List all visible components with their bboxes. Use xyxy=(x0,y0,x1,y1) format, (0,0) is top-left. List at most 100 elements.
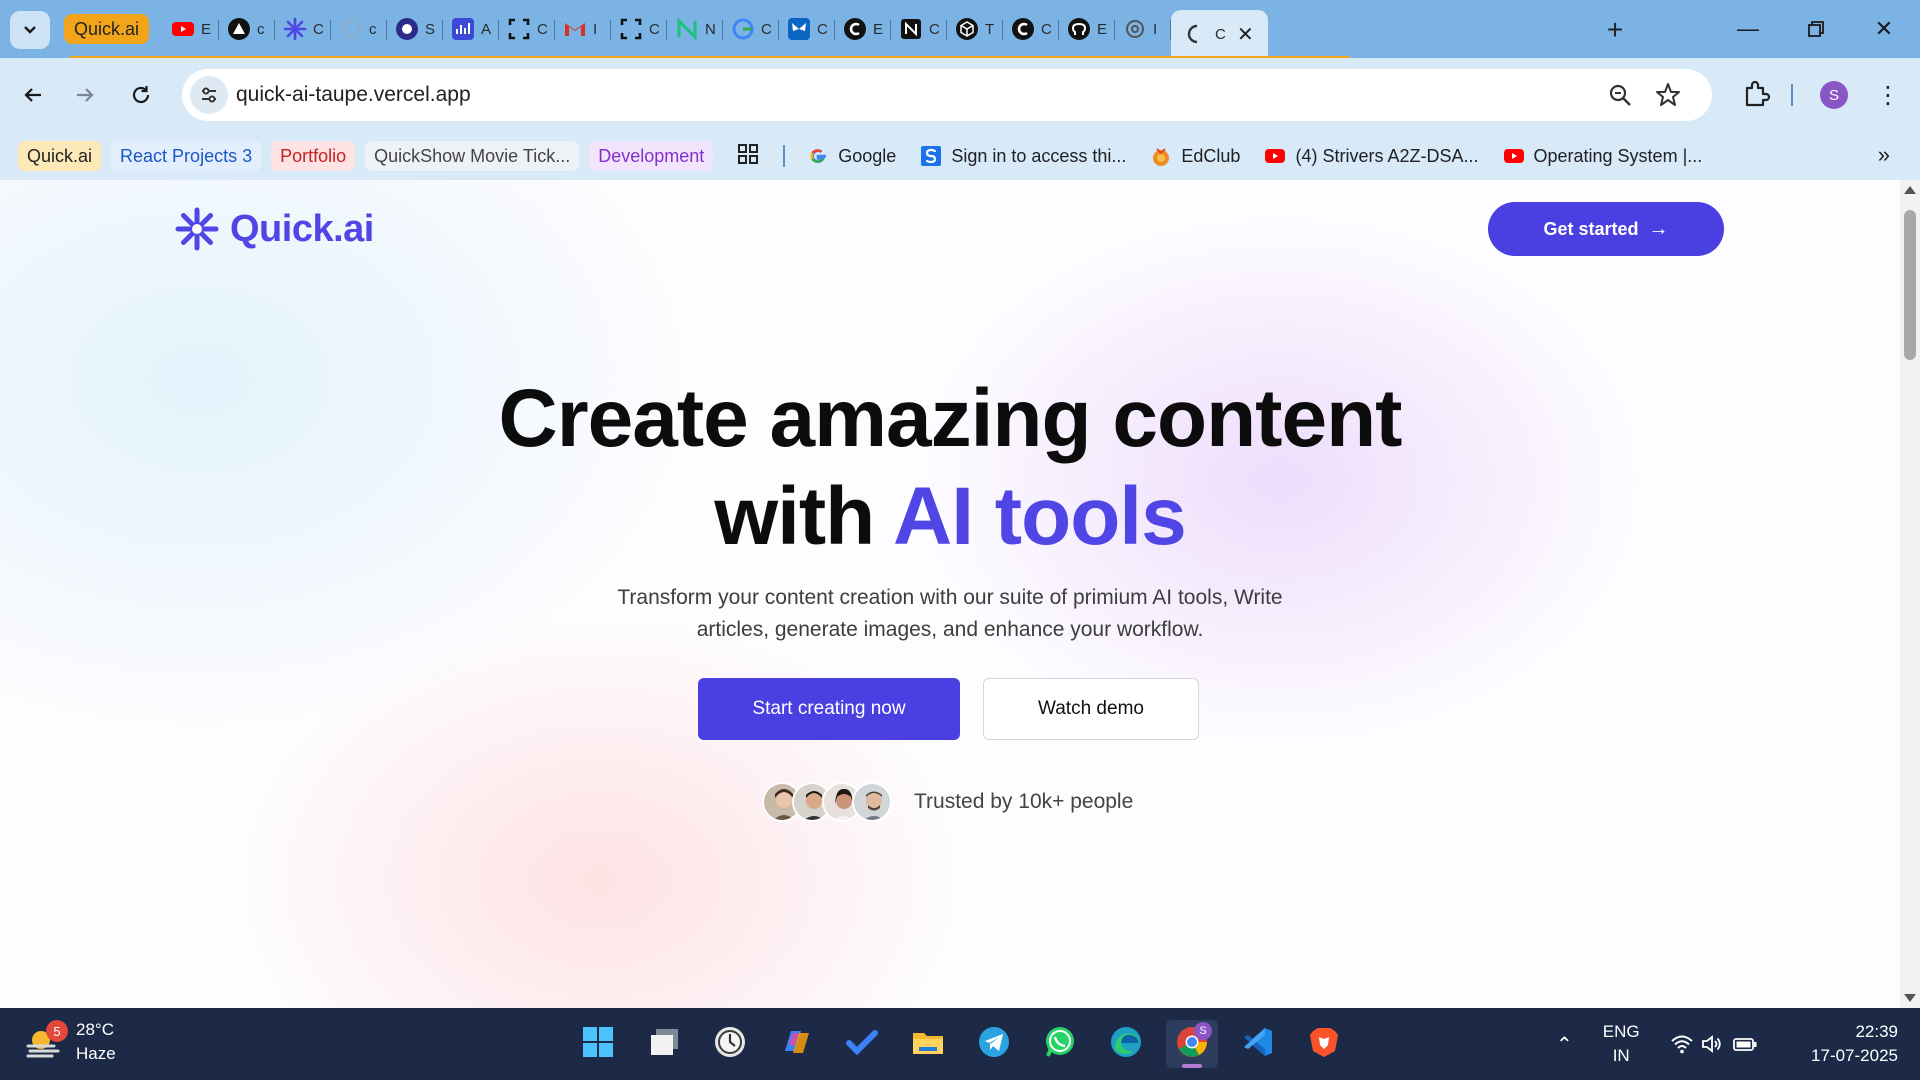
close-tab-icon[interactable]: ✕ xyxy=(1237,22,1254,47)
bookmark-folder-chip[interactable]: Portfolio xyxy=(271,141,356,171)
start-creating-button[interactable]: Start creating now xyxy=(698,678,960,740)
github-icon xyxy=(1067,17,1091,41)
profile-avatar[interactable]: S xyxy=(1820,81,1848,109)
bookmark-link[interactable]: Sign in to access thi... xyxy=(920,145,1126,167)
bookmark-link[interactable]: Operating System |... xyxy=(1503,145,1702,167)
minimize-button[interactable]: — xyxy=(1720,10,1776,48)
frame-app-icon xyxy=(507,17,531,41)
taskbar-app-clock-app[interactable] xyxy=(704,1020,756,1068)
circle-logo-icon xyxy=(395,17,419,41)
language-indicator[interactable]: ENG IN xyxy=(1603,1020,1640,1068)
taskbar-app-edge[interactable] xyxy=(1100,1020,1152,1068)
taskbar-app-todo[interactable] xyxy=(836,1020,888,1068)
tab-group-quickai[interactable]: Quick.ai xyxy=(64,14,150,44)
bookmark-link[interactable]: EdClub xyxy=(1150,145,1240,167)
profile-badge: S xyxy=(1194,1022,1212,1040)
taskbar-app-file-explorer[interactable] xyxy=(902,1020,954,1068)
browser-tab[interactable]: C xyxy=(723,10,780,48)
tab-title: C xyxy=(929,20,940,38)
scroll-down-arrow-icon[interactable] xyxy=(1904,994,1916,1002)
more-vertical-icon: ⋮ xyxy=(1876,81,1900,109)
get-started-button[interactable]: Get started → xyxy=(1488,202,1724,256)
taskbar-app-copilot[interactable] xyxy=(770,1020,822,1068)
zoom-icon[interactable] xyxy=(1606,81,1634,109)
gear-outline-icon xyxy=(339,17,363,41)
volume-icon[interactable] xyxy=(1700,1032,1724,1056)
tab-title: I xyxy=(1153,20,1158,38)
browser-tab[interactable]: C xyxy=(779,10,836,48)
browser-tab[interactable]: I xyxy=(555,10,612,48)
weather-badge: 5 xyxy=(46,1020,68,1042)
browser-tab[interactable]: C xyxy=(891,10,948,48)
browser-tab[interactable]: c xyxy=(331,10,388,48)
taskbar-app-windows-start[interactable] xyxy=(572,1020,624,1068)
arrow-right-icon: → xyxy=(1648,217,1669,240)
taskbar-app-whatsapp[interactable] xyxy=(1034,1020,1086,1068)
taskbar-app-brave[interactable] xyxy=(1298,1020,1350,1068)
arrow-left-icon xyxy=(24,88,41,102)
restore-button[interactable] xyxy=(1788,10,1844,48)
taskbar-app-chrome[interactable]: S xyxy=(1166,1020,1218,1068)
extensions-puzzle-icon[interactable] xyxy=(1738,76,1774,112)
browser-tab[interactable]: C xyxy=(1003,10,1060,48)
forward-button[interactable] xyxy=(66,76,104,114)
new-tab-button[interactable]: + xyxy=(1596,11,1634,49)
scroll-up-arrow-icon[interactable] xyxy=(1904,186,1916,194)
weather-widget[interactable]: 5 28°C Haze xyxy=(24,1018,116,1066)
temperature: 28°C xyxy=(76,1020,114,1039)
taskbar-app-task-view[interactable] xyxy=(638,1020,690,1068)
url-text[interactable]: quick-ai-taupe.vercel.app xyxy=(236,83,471,107)
tab-title: S xyxy=(425,20,436,38)
browser-tab[interactable]: c xyxy=(219,10,276,48)
hero-title: Create amazing content with AI tools xyxy=(0,370,1900,566)
hero-subtitle: Transform your content creation with our… xyxy=(617,586,1283,641)
browser-tab[interactable]: S xyxy=(387,10,444,48)
browser-tab[interactable]: T xyxy=(947,10,1004,48)
taskbar-app-telegram[interactable] xyxy=(968,1020,1020,1068)
bookmark-folder-chip[interactable]: React Projects 3 xyxy=(111,141,262,171)
hero-accent-text: AI tools xyxy=(893,471,1187,562)
trust-text: Trusted by 10k+ people xyxy=(914,790,1134,813)
browser-tab[interactable]: C xyxy=(275,10,332,48)
address-bar[interactable]: quick-ai-taupe.vercel.app xyxy=(182,69,1712,121)
close-window-button[interactable]: ✕ xyxy=(1856,10,1912,48)
language-line-1: ENG xyxy=(1602,1022,1640,1041)
browser-menu-button[interactable]: ⋮ xyxy=(1872,78,1904,112)
bookmarks-divider xyxy=(783,145,786,167)
browser-tab[interactable]: C xyxy=(611,10,668,48)
browser-tab[interactable]: E xyxy=(163,10,220,48)
page-scrollbar[interactable] xyxy=(1900,180,1920,1008)
browser-tab[interactable]: N xyxy=(667,10,724,48)
browser-tab[interactable]: E xyxy=(1059,10,1116,48)
n-app-icon xyxy=(675,17,699,41)
battery-icon[interactable] xyxy=(1732,1032,1758,1056)
site-info-button[interactable] xyxy=(190,76,228,114)
apps-grid-button[interactable] xyxy=(737,143,759,170)
tab-search-button[interactable] xyxy=(10,11,50,49)
quickai-star-icon xyxy=(175,207,219,251)
bookmark-folder-chip[interactable]: QuickShow Movie Tick... xyxy=(365,141,580,171)
taskbar-app-vscode[interactable] xyxy=(1232,1020,1284,1068)
tab-active[interactable]: C ✕ xyxy=(1171,10,1268,58)
bookmark-link[interactable]: Google xyxy=(807,145,896,167)
reload-button[interactable] xyxy=(122,76,160,114)
browser-tab[interactable]: E xyxy=(835,10,892,48)
wifi-icon[interactable] xyxy=(1670,1032,1694,1056)
browser-tab[interactable]: C xyxy=(499,10,556,48)
bookmark-link[interactable]: (4) Strivers A2Z-DSA... xyxy=(1264,145,1479,167)
hero-line-2: with AI tools xyxy=(0,468,1900,566)
weather-condition: Haze xyxy=(76,1044,116,1063)
bookmark-folder-chip[interactable]: Development xyxy=(589,141,714,171)
more-bookmarks-icon[interactable]: » xyxy=(1878,142,1890,168)
bookmark-folder-chip[interactable]: Quick.ai xyxy=(18,141,102,171)
system-tray: ⌃ ENG IN xyxy=(1556,1008,1758,1080)
bookmark-star-icon[interactable] xyxy=(1654,81,1682,109)
browser-tab[interactable]: I xyxy=(1115,10,1172,48)
browser-tab[interactable]: A xyxy=(443,10,500,48)
chevron-up-icon[interactable]: ⌃ xyxy=(1556,1032,1573,1057)
site-logo[interactable]: Quick.ai xyxy=(172,204,374,254)
scroll-thumb[interactable] xyxy=(1904,210,1916,360)
watch-demo-button[interactable]: Watch demo xyxy=(983,678,1199,740)
clock[interactable]: 22:39 17-07-2025 xyxy=(1811,1020,1898,1068)
back-button[interactable] xyxy=(14,76,52,114)
